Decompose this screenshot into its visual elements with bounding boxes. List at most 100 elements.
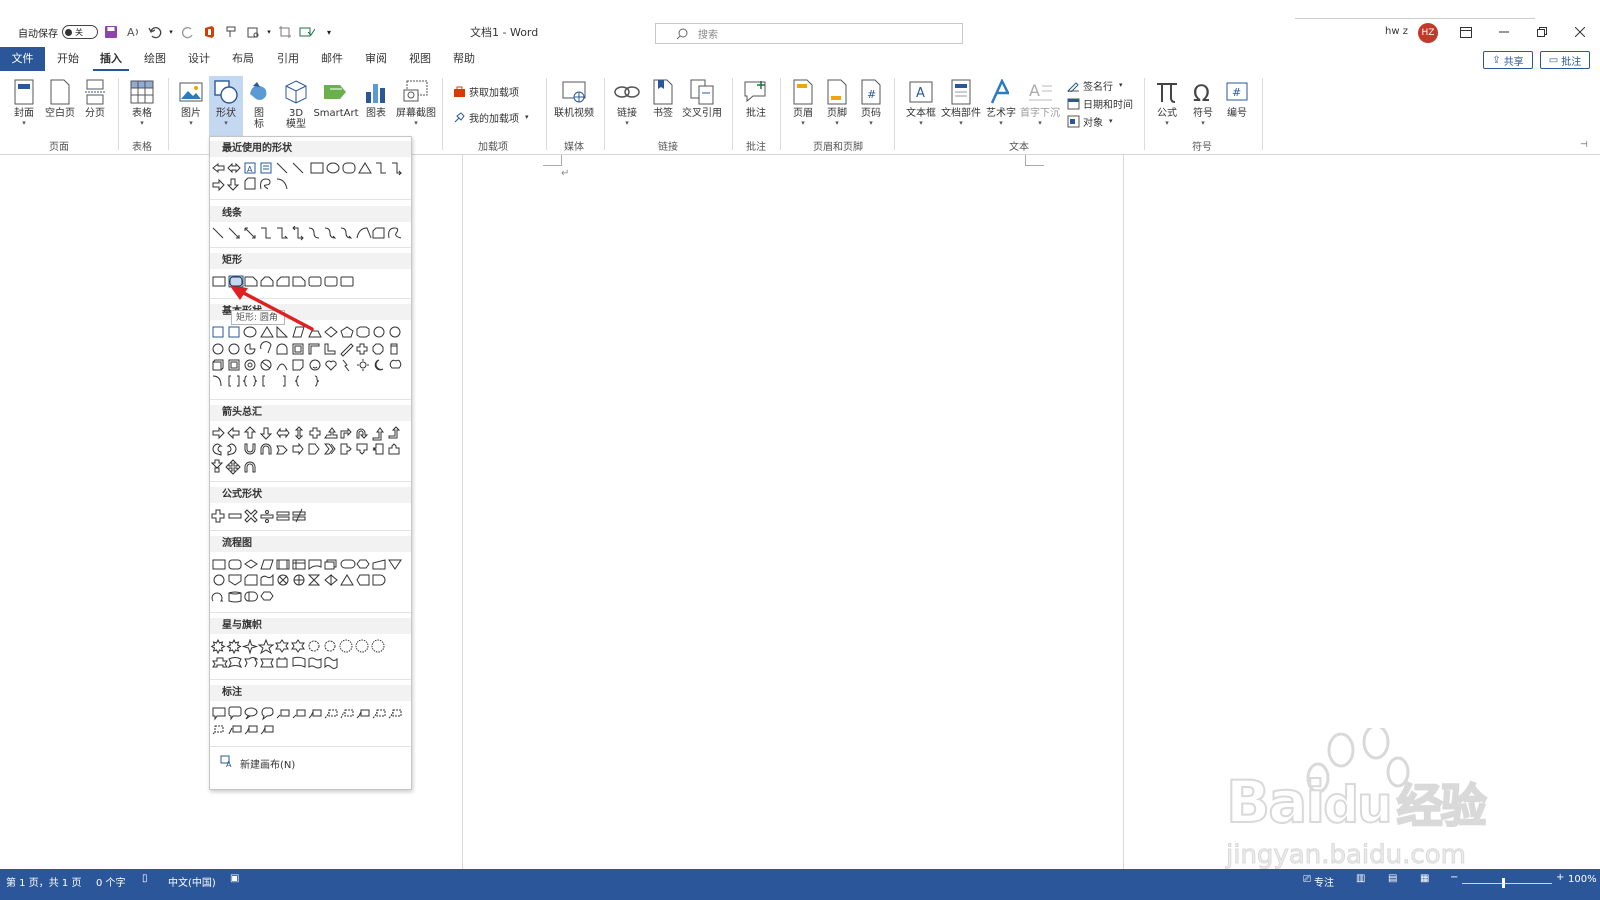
tab-view[interactable]: 视图 [402, 47, 438, 71]
signature-line-button[interactable]: 签名行 ▾ [1066, 76, 1123, 94]
header-label: 页眉 [793, 108, 813, 119]
smartart-button[interactable]: SmartArt [313, 76, 359, 119]
recent-shapes-gallery[interactable]: A [211, 161, 411, 196]
autosave-toggle[interactable]: 关 [62, 25, 98, 39]
page-break-button[interactable]: 分页 [80, 76, 110, 119]
tab-home[interactable]: 开始 [50, 47, 86, 71]
doc-title: 文档1 - Word [470, 26, 539, 39]
format-painter-icon[interactable] [222, 23, 240, 41]
avatar[interactable]: HZ [1418, 23, 1438, 43]
zoom-level[interactable]: 100% [1568, 874, 1597, 885]
chart-label: 图表 [366, 108, 386, 119]
share-button[interactable]: ⇪ 共享 [1483, 51, 1533, 69]
language[interactable]: 中文(中国) [168, 874, 216, 889]
object-button[interactable]: 对象 ▾ [1066, 112, 1113, 130]
minimize-icon[interactable] [1493, 22, 1515, 42]
quick-parts-button[interactable]: 文档部件 ▾ [940, 76, 982, 127]
get-addins-button[interactable]: 获取加载项 [452, 82, 519, 100]
date-time-button[interactable]: 日期和时间 [1066, 94, 1133, 112]
header-icon [792, 76, 814, 108]
chart-button[interactable]: 图表 [362, 76, 390, 119]
close-icon[interactable] [1569, 22, 1591, 42]
search-box[interactable]: 搜索 [655, 23, 963, 44]
stars-banners-gallery[interactable] [210, 638, 411, 676]
cross-reference-icon [689, 76, 715, 108]
symbol-button[interactable]: Ω 符号 ▾ [1188, 76, 1218, 127]
basic-shapes-gallery[interactable] [211, 325, 411, 394]
zoom-in-icon[interactable]: + [1556, 872, 1564, 883]
print-preview-icon[interactable] [244, 23, 262, 41]
group-label-text: 文本 [1009, 142, 1029, 153]
equation-shapes-gallery[interactable] [211, 508, 321, 527]
proofing-icon[interactable]: ▯ [142, 873, 148, 884]
number-button[interactable]: # 编号 [1222, 76, 1252, 119]
tab-layout[interactable]: 布局 [225, 47, 261, 71]
chevron-down-icon[interactable]: ▾ [168, 23, 174, 41]
textbox-button[interactable]: A 文本框 ▾ [904, 76, 938, 127]
cover-page-button[interactable]: 封面 ▾ [8, 76, 40, 127]
wordart-button[interactable]: 艺术字 ▾ [984, 76, 1018, 127]
crop-icon[interactable] [276, 23, 294, 41]
wordart-label: 艺术字 [986, 108, 1016, 119]
link-button[interactable]: 链接 ▾ [612, 76, 642, 127]
section-divider [210, 247, 411, 248]
section-divider [210, 746, 411, 747]
redo-icon[interactable] [178, 23, 196, 41]
tab-references[interactable]: 引用 [270, 47, 306, 71]
tab-mailings[interactable]: 邮件 [314, 47, 350, 71]
new-canvas-button[interactable]: A 新建画布(N) [220, 755, 295, 771]
spelling-icon[interactable] [298, 23, 316, 41]
save-icon[interactable] [102, 23, 120, 41]
blank-page-icon [49, 76, 71, 108]
smartart-icon [322, 76, 350, 108]
section-equation-shapes: 公式形状 [210, 487, 411, 503]
restore-icon[interactable] [1531, 22, 1553, 42]
chevron-down-icon[interactable]: ▾ [266, 23, 272, 41]
new-comment-button[interactable]: 批注 [740, 76, 772, 119]
flowchart-gallery[interactable] [211, 557, 411, 610]
screenshot-button[interactable]: 屏幕截图 ▾ [394, 76, 438, 127]
table-button[interactable]: 表格 ▾ [126, 76, 158, 127]
footer-button[interactable]: 页脚 ▾ [822, 76, 852, 127]
bookmark-button[interactable]: 书签 [648, 76, 678, 119]
user-name[interactable]: hw z [1385, 26, 1408, 37]
tab-design[interactable]: 设计 [181, 47, 217, 71]
tab-help[interactable]: 帮助 [446, 47, 482, 71]
lines-gallery[interactable] [211, 225, 411, 245]
3d-models-button[interactable]: 3D 模型 [280, 76, 312, 130]
page-count[interactable]: 第 1 页，共 1 页 [6, 874, 81, 889]
callouts-gallery[interactable] [211, 706, 411, 743]
ribbon-display-icon[interactable] [1455, 22, 1477, 42]
macro-icon[interactable]: ▣ [230, 873, 239, 884]
cross-reference-button[interactable]: 交叉引用 [680, 76, 724, 119]
tab-file[interactable]: 文件 [0, 47, 45, 71]
pi-icon [1155, 76, 1179, 108]
tab-insert[interactable]: 插入 [93, 47, 129, 71]
read-aloud-icon[interactable]: A [124, 23, 142, 41]
block-arrows-gallery[interactable] [210, 426, 411, 479]
share-label: 共享 [1503, 56, 1524, 68]
tab-review[interactable]: 审阅 [358, 47, 394, 71]
tab-draw[interactable]: 绘图 [137, 47, 173, 71]
icons-button[interactable]: 图标 [246, 76, 272, 130]
pin-ribbon-icon[interactable]: ⊣ [1580, 140, 1588, 150]
comments-button[interactable]: ▭ 批注 [1540, 51, 1590, 69]
picture-button[interactable]: 图片 ▾ [176, 76, 206, 127]
watermark-bai: Bai [1225, 767, 1326, 837]
undo-icon[interactable] [146, 23, 164, 41]
shapes-button[interactable]: 形状 ▾ [209, 76, 243, 138]
my-addins-button[interactable]: 我的加载项 ▾ [452, 108, 529, 126]
drop-cap-button[interactable]: A 首字下沉 ▾ [1020, 76, 1060, 127]
group-separator [894, 78, 895, 150]
header-button[interactable]: 页眉 ▾ [788, 76, 818, 127]
group-separator [442, 78, 443, 150]
page-number-button[interactable]: # 页码 ▾ [856, 76, 886, 127]
office-icon[interactable] [200, 23, 218, 41]
equation-button[interactable]: 公式 ▾ [1152, 76, 1182, 127]
group-separator [780, 78, 781, 150]
online-video-button[interactable]: 联机视频 [552, 76, 596, 119]
customize-qat-icon[interactable]: ▾ [320, 23, 338, 41]
number-icon: # [1225, 76, 1249, 108]
blank-page-button[interactable]: 空白页 [42, 76, 78, 119]
word-count[interactable]: 0 个字 [96, 874, 126, 889]
